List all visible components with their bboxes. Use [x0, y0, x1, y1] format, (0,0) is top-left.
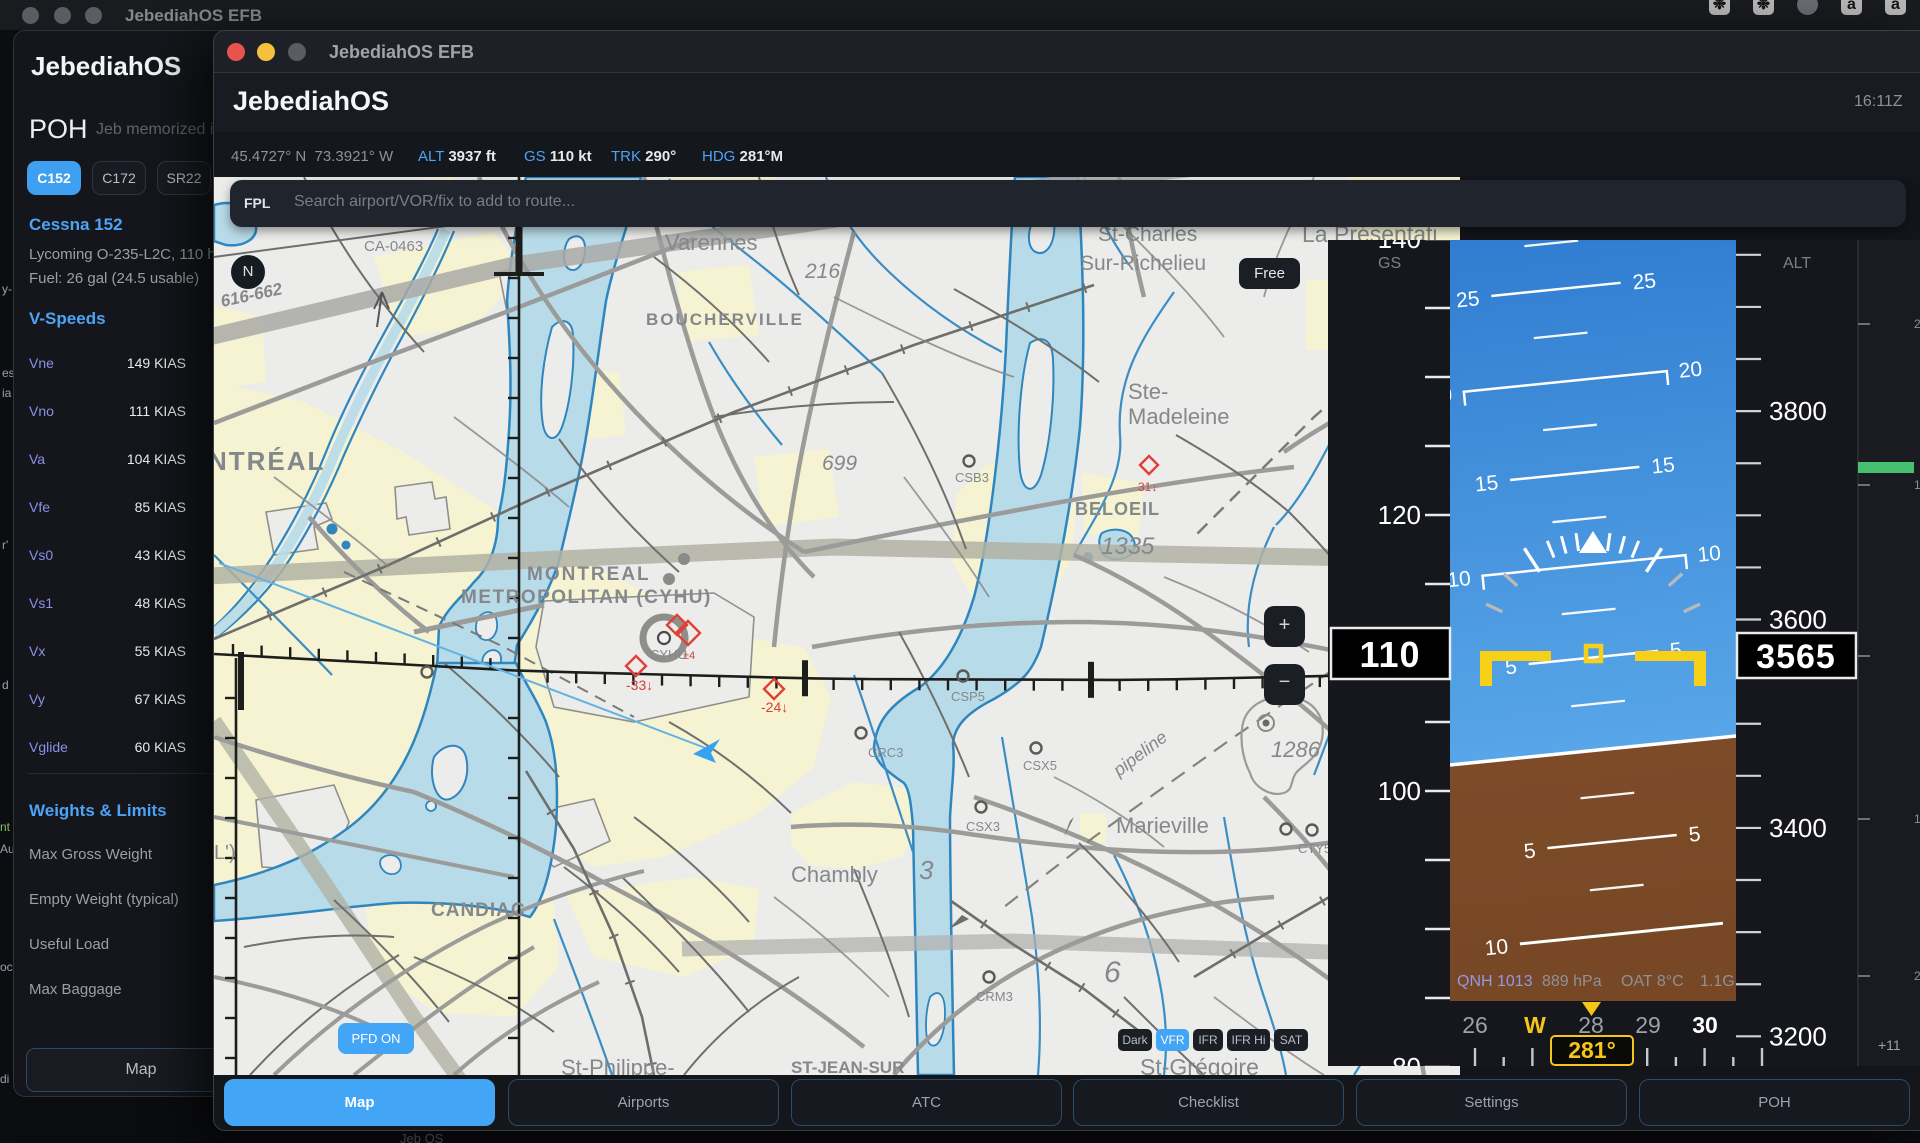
svg-text:10: 10: [1696, 542, 1722, 567]
svg-text:281°: 281°: [1568, 1037, 1616, 1063]
svg-text:CSB3: CSB3: [955, 470, 989, 485]
svg-text:L'): L'): [214, 842, 236, 864]
svg-text:20: 20: [1678, 358, 1704, 383]
svg-text:-24↓: -24↓: [761, 699, 788, 715]
svg-text:2: 2: [1914, 969, 1920, 983]
svg-text:CSX5: CSX5: [1023, 758, 1057, 773]
svg-text:25: 25: [1632, 269, 1658, 294]
svg-text:1: 1: [1914, 478, 1920, 492]
svg-text:GS: GS: [1378, 255, 1401, 272]
svg-text:+11: +11: [1878, 1037, 1901, 1053]
svg-text:CTY5: CTY5: [1298, 841, 1331, 856]
svg-text:30: 30: [1692, 1012, 1718, 1038]
svg-text:5: 5: [1688, 823, 1702, 847]
svg-text:CSP5: CSP5: [951, 689, 985, 704]
svg-text:CSX3: CSX3: [966, 819, 1000, 834]
svg-text:OAT 8°C: OAT 8°C: [1621, 973, 1684, 990]
svg-text:3565: 3565: [1756, 638, 1836, 676]
svg-text:St-Grégoire: St-Grégoire: [1140, 1054, 1259, 1075]
svg-text:3400: 3400: [1769, 813, 1827, 843]
svg-text:1286: 1286: [1271, 737, 1321, 762]
svg-text:ST-JEAN-SUR: ST-JEAN-SUR: [791, 1058, 904, 1075]
svg-text:25: 25: [1455, 287, 1481, 312]
svg-text:BELOEIL: BELOEIL: [1075, 499, 1160, 519]
svg-text:2: 2: [1914, 317, 1920, 331]
svg-text:CA-0463: CA-0463: [364, 238, 423, 255]
svg-text:10: 10: [1446, 567, 1472, 592]
svg-text:CANDIAC: CANDIAC: [431, 900, 526, 921]
svg-text:CYHU: CYHU: [650, 647, 687, 662]
svg-text:St-Philippe-: St-Philippe-: [561, 1055, 675, 1075]
svg-text:METROPOLITAN (CYHU): METROPOLITAN (CYHU): [461, 587, 712, 608]
svg-text:699: 699: [822, 452, 857, 475]
svg-text:28: 28: [1578, 1012, 1604, 1038]
svg-text:3: 3: [919, 855, 934, 885]
svg-text:Marieville: Marieville: [1116, 813, 1209, 838]
svg-text:1.1G: 1.1G: [1700, 973, 1735, 990]
svg-text:216: 216: [804, 260, 840, 283]
svg-text:Chambly: Chambly: [791, 862, 878, 887]
svg-text:QNH 1013: QNH 1013: [1457, 973, 1533, 990]
svg-text:ALT: ALT: [1783, 255, 1811, 272]
svg-text:1: 1: [1914, 812, 1920, 826]
svg-text:Ste-: Ste-: [1128, 379, 1168, 404]
svg-text:BOUCHERVILLE: BOUCHERVILLE: [646, 310, 804, 329]
svg-text:100: 100: [1378, 776, 1421, 806]
svg-text:3200: 3200: [1769, 1021, 1827, 1051]
svg-text:140: 140: [1378, 240, 1421, 254]
svg-text:29: 29: [1635, 1012, 1661, 1038]
svg-text:15: 15: [1650, 453, 1676, 478]
svg-text:3600: 3600: [1769, 605, 1827, 635]
svg-text:Varennes: Varennes: [665, 230, 758, 255]
svg-text:MONTREAL: MONTREAL: [527, 564, 651, 585]
svg-text:1335: 1335: [1101, 533, 1155, 560]
svg-text:W: W: [1524, 1012, 1546, 1038]
svg-text:CRC3: CRC3: [868, 745, 903, 760]
svg-text:80: 80: [1392, 1052, 1421, 1066]
svg-text:26: 26: [1462, 1012, 1488, 1038]
svg-text:110: 110: [1359, 634, 1420, 675]
svg-text:CRM3: CRM3: [976, 989, 1013, 1004]
svg-text:3800: 3800: [1769, 396, 1827, 426]
svg-text:Sur-Richelieu: Sur-Richelieu: [1080, 252, 1206, 275]
svg-text:5: 5: [1523, 839, 1537, 863]
svg-text:120: 120: [1378, 500, 1421, 530]
svg-text:-33↓: -33↓: [626, 677, 653, 693]
svg-text:889 hPa: 889 hPa: [1542, 973, 1602, 990]
svg-text:NTRÉAL: NTRÉAL: [214, 446, 325, 476]
svg-text:31↓: 31↓: [1138, 480, 1157, 494]
svg-text:10: 10: [1484, 935, 1510, 960]
svg-text:15: 15: [1474, 471, 1500, 496]
svg-text:Madeleine: Madeleine: [1128, 404, 1230, 429]
svg-text:6: 6: [1104, 956, 1121, 989]
